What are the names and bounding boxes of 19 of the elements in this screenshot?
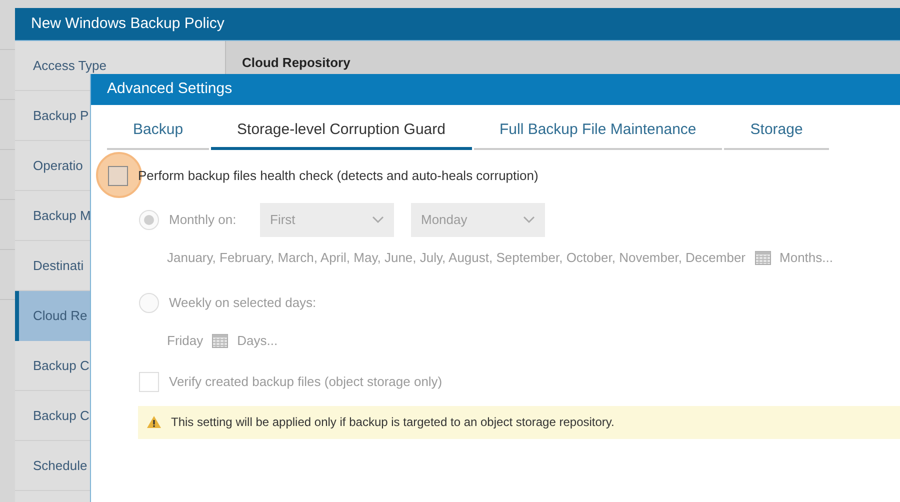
- tab[interactable]: Storage: [724, 119, 829, 150]
- checkbox-label: Verify created backup files (object storage only): [169, 372, 442, 391]
- window-title: New Windows Backup Policy: [15, 8, 900, 41]
- calendar-icon: [212, 334, 228, 348]
- checkbox[interactable]: [108, 166, 128, 186]
- warning-text: This setting will be applied only if backup is targeted to an object storage repository.: [171, 414, 614, 431]
- selected-values-text: Friday: [167, 332, 204, 350]
- tab[interactable]: Full Backup File Maintenance: [474, 119, 722, 150]
- warning-icon: [146, 415, 162, 429]
- calendar-icon: [754, 250, 771, 264]
- radio-label: Monthly on:: [169, 210, 238, 229]
- section-heading: Cloud Repository: [242, 54, 352, 72]
- selected-values-text: January, February, March, April, May, June, July, August, September, October, November, December: [167, 248, 746, 267]
- dialog-title: Advanced Settings: [91, 74, 900, 105]
- chevron-down-icon: [372, 216, 384, 224]
- chevron-down-icon: [523, 216, 535, 224]
- radio-label: Weekly on selected days:: [169, 294, 316, 312]
- tab[interactable]: Backup: [107, 119, 210, 150]
- tab[interactable]: Storage-level Corruption Guard: [211, 119, 472, 150]
